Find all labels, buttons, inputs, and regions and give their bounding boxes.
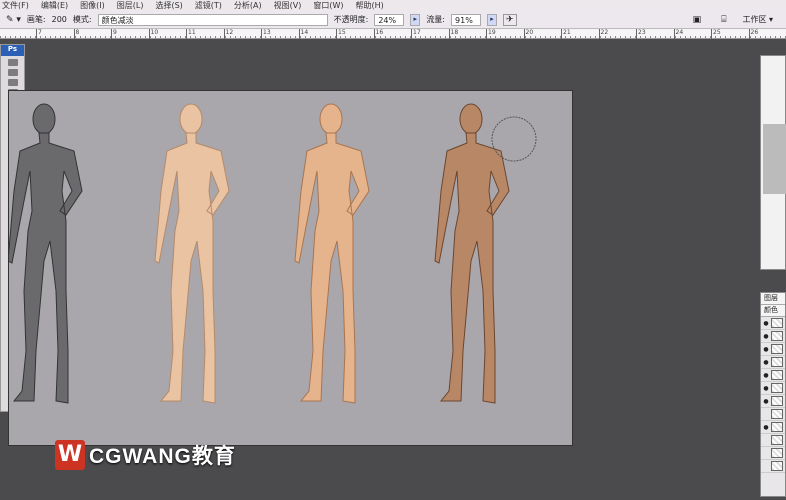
layers-panel: 图层 颜色 ● ● ● ● ● ● ● ●: [760, 292, 786, 497]
layer-thumbnail: [771, 422, 783, 432]
ruler-tick: 15: [336, 29, 346, 39]
flow-label: 流量:: [426, 15, 446, 24]
ruler-tick: 12: [223, 29, 233, 39]
layer-thumbnail: [771, 448, 783, 458]
layer-thumbnail: [771, 331, 783, 341]
layer-thumbnail: [771, 318, 783, 328]
horizontal-ruler: 7 8 9 10 11 12 13 14 15 16 17 18 19 20 21 22 23 24 25 26: [0, 29, 786, 39]
tool-button-icon[interactable]: [7, 59, 18, 66]
opacity-label: 不透明度:: [333, 15, 369, 24]
brush-size-picker[interactable]: 200: [52, 15, 67, 24]
visibility-eye-icon[interactable]: ●: [761, 372, 771, 379]
menu-item[interactable]: 文件(F): [2, 0, 29, 11]
layer-row[interactable]: ●: [761, 330, 785, 343]
figure-sketch: [7, 103, 83, 404]
figure-dark: [434, 103, 510, 404]
ruler-tick: 24: [673, 29, 683, 39]
opacity-arrow-icon[interactable]: ▸: [410, 13, 421, 26]
menu-bar: 文件(F) 编辑(E) 图像(I) 图层(L) 选择(S) 滤镜(T) 分析(A) 视图(V)…: [0, 0, 786, 11]
figure-artwork: [7, 103, 537, 404]
ruler-tick: 8: [73, 29, 79, 39]
document-canvas[interactable]: [7, 90, 573, 446]
menu-item[interactable]: 图像(I): [80, 0, 105, 11]
ruler-tick: 10: [148, 29, 158, 39]
layer-row[interactable]: ●: [761, 317, 785, 330]
opacity-input[interactable]: 24%: [374, 13, 405, 26]
layer-row[interactable]: [761, 408, 785, 421]
visibility-eye-icon[interactable]: ●: [761, 424, 771, 431]
brush-cursor: [491, 116, 537, 162]
menu-item[interactable]: 分析(A): [234, 0, 262, 11]
logo-mark: W: [55, 440, 85, 470]
options-bar: ✎ ▾ 画笔: 200 模式: 颜色减淡 不透明度: 24% ▸ 流量: 91%…: [0, 11, 786, 29]
layer-thumbnail: [771, 383, 783, 393]
layer-thumbnail: [771, 461, 783, 471]
visibility-eye-icon[interactable]: ●: [761, 385, 771, 392]
visibility-eye-icon[interactable]: ●: [761, 320, 771, 327]
menu-item[interactable]: 滤镜(T): [195, 0, 222, 11]
tool-button-icon[interactable]: [7, 69, 18, 76]
workspace-menu[interactable]: 工作区 ▾: [742, 14, 773, 25]
menu-item[interactable]: 帮助(H): [356, 0, 384, 11]
ruler-tick: 7: [36, 29, 42, 39]
layer-row[interactable]: ●: [761, 356, 785, 369]
navigator-panel: [760, 55, 786, 270]
flow-arrow-icon[interactable]: ▸: [487, 13, 498, 26]
blend-mode-select[interactable]: 颜色: [761, 305, 785, 317]
airbrush-icon[interactable]: ✈: [503, 13, 517, 26]
figure-flat: [154, 103, 230, 404]
layer-row[interactable]: [761, 447, 785, 460]
bridge-icon[interactable]: ⌸: [721, 15, 726, 25]
tool-button-icon[interactable]: [7, 79, 18, 86]
visibility-eye-icon[interactable]: ●: [761, 359, 771, 366]
logo-text: CGWANG教育: [89, 445, 236, 468]
layer-row[interactable]: ●: [761, 343, 785, 356]
figure-shaded: [294, 103, 370, 404]
ruler-tick: 17: [411, 29, 421, 39]
menu-item[interactable]: 图层(L): [117, 0, 144, 11]
ruler-tick: 25: [711, 29, 721, 39]
mode-label: 模式:: [72, 15, 92, 24]
layer-thumbnail: [771, 370, 783, 380]
visibility-eye-icon[interactable]: ●: [761, 346, 771, 353]
ruler-tick: 11: [186, 29, 196, 39]
menu-item[interactable]: 视图(V): [274, 0, 302, 11]
ruler-tick: 16: [373, 29, 383, 39]
navigator-thumbnail[interactable]: [763, 124, 786, 194]
layer-thumbnail: [771, 435, 783, 445]
layer-thumbnail: [771, 344, 783, 354]
ruler-tick: 23: [636, 29, 646, 39]
ruler-tick: 14: [298, 29, 308, 39]
watermark-logo: W CGWANG教育: [55, 440, 236, 470]
ruler-tick: 22: [598, 29, 608, 39]
layer-row[interactable]: [761, 460, 785, 473]
layer-thumbnail: [771, 357, 783, 367]
visibility-eye-icon[interactable]: ●: [761, 398, 771, 405]
layer-row[interactable]: ●: [761, 421, 785, 434]
brush-tool-icon[interactable]: ✎ ▾: [6, 15, 21, 25]
layer-thumbnail: [771, 396, 783, 406]
layer-row[interactable]: ●: [761, 395, 785, 408]
brush-label: 画笔:: [26, 15, 46, 24]
ruler-tick: 9: [111, 29, 117, 39]
ruler-tick: 21: [561, 29, 571, 39]
menu-item[interactable]: 选择(S): [155, 0, 182, 11]
visibility-eye-icon[interactable]: ●: [761, 333, 771, 340]
menu-item[interactable]: 编辑(E): [41, 0, 68, 11]
ruler-tick: 13: [261, 29, 271, 39]
ruler-tick: 20: [523, 29, 533, 39]
ruler-tick: 19: [486, 29, 496, 39]
menu-item[interactable]: 窗口(W): [313, 0, 343, 11]
layer-row[interactable]: ●: [761, 369, 785, 382]
ps-logo: Ps: [1, 45, 24, 56]
layer-row[interactable]: [761, 434, 785, 447]
ruler-tick: 18: [448, 29, 458, 39]
flow-input[interactable]: 91%: [451, 13, 482, 26]
palette-well-icon[interactable]: ▣: [693, 15, 702, 25]
mode-select[interactable]: 颜色减淡: [97, 13, 328, 26]
layers-tab[interactable]: 图层: [761, 293, 785, 305]
layer-row[interactable]: ●: [761, 382, 785, 395]
ruler-tick: 26: [748, 29, 758, 39]
layer-thumbnail: [771, 409, 783, 419]
